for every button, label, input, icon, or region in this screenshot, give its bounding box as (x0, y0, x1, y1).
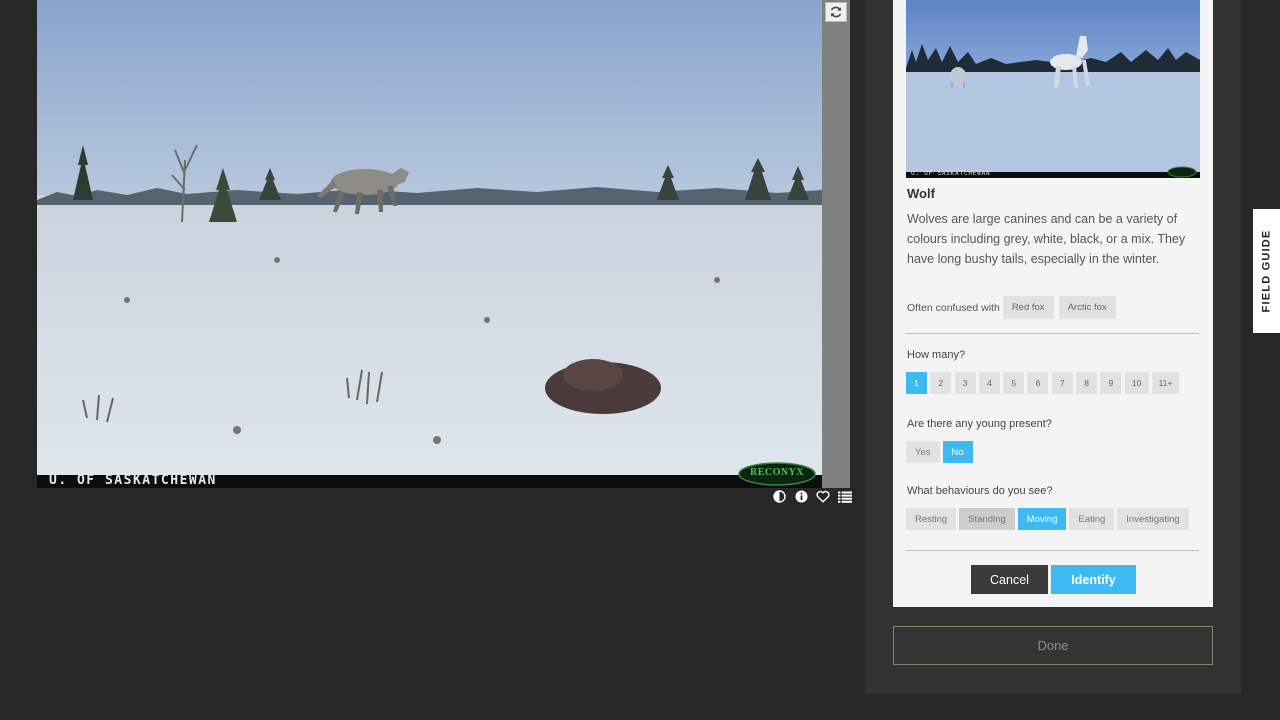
count-option-5[interactable]: 5 (1003, 372, 1025, 394)
behaviour-moving-option[interactable]: Moving (1017, 508, 1067, 530)
metadata-button[interactable] (794, 490, 808, 504)
subject-viewer: U. OF SASKATCHEWAN RECONYX (37, 0, 850, 488)
confused-species-chip[interactable]: Red fox (1002, 296, 1054, 319)
count-option-9[interactable]: 9 (1100, 372, 1122, 394)
info-icon (795, 490, 807, 503)
count-option-8[interactable]: 8 (1076, 372, 1098, 394)
species-description: Wolves are large canines and can be a va… (907, 212, 1186, 266)
behaviour-eating-option[interactable]: Eating (1069, 508, 1115, 530)
species-example-photo: U. OF SASKATCHEWAN (906, 0, 1200, 178)
card-actions: Cancel Identify (971, 565, 1136, 594)
count-option-2[interactable]: 2 (930, 372, 952, 394)
photo-watermark: U. OF SASKATCHEWAN (49, 473, 217, 488)
count-option-3[interactable]: 3 (954, 372, 976, 394)
favorite-button[interactable] (816, 490, 830, 504)
confused-with-label: Often confused with (907, 301, 1000, 314)
confused-species-chip[interactable]: Arctic fox (1058, 296, 1116, 319)
young-present-question: Are there any young present? (907, 418, 1052, 430)
behaviour-investigating-option[interactable]: Investigating (1117, 508, 1189, 530)
young-no-option[interactable]: No (942, 441, 973, 463)
count-option-6[interactable]: 6 (1027, 372, 1049, 394)
behaviours-question: What behaviours do you see? (907, 485, 1053, 497)
task-column: U. OF SASKATCHEWAN Wolf Wolves are large… (865, 0, 1241, 694)
rotate-image-button[interactable] (825, 2, 847, 22)
camera-brand-logo: RECONYX (749, 467, 805, 478)
behaviour-standing-option[interactable]: Standing (959, 508, 1015, 530)
identify-button[interactable]: Identify (1051, 565, 1136, 594)
collections-button[interactable] (838, 490, 852, 504)
how-many-options: 1 2 3 4 5 6 7 8 9 10 11+ (906, 372, 1182, 394)
species-detail-card: U. OF SASKATCHEWAN Wolf Wolves are large… (893, 0, 1213, 607)
subject-photo[interactable]: U. OF SASKATCHEWAN RECONYX (37, 0, 822, 488)
behaviour-resting-option[interactable]: Resting (906, 508, 957, 530)
done-button[interactable]: Done (893, 626, 1213, 665)
viewer-toolbar (772, 488, 852, 505)
field-guide-tab[interactable]: FIELD GUIDE (1253, 209, 1280, 333)
count-option-10[interactable]: 10 (1124, 372, 1149, 394)
behaviour-options: Resting Standing Moving Eating Investiga… (906, 508, 1192, 530)
contrast-icon (772, 490, 786, 503)
species-name: Wolf (907, 186, 935, 201)
divider (906, 333, 1199, 334)
cancel-button[interactable]: Cancel (971, 565, 1048, 594)
collections-icon (838, 491, 852, 503)
how-many-question: How many? (907, 349, 966, 361)
divider (906, 550, 1199, 551)
field-guide-label: FIELD GUIDE (1260, 229, 1273, 313)
invert-contrast-button[interactable] (772, 490, 786, 504)
young-present-options: Yes No (906, 441, 976, 463)
count-option-4[interactable]: 4 (978, 372, 1000, 394)
count-option-7[interactable]: 7 (1051, 372, 1073, 394)
heart-icon (816, 490, 830, 503)
confused-with-row: Often confused with Red fox Arctic fox (907, 296, 1121, 319)
count-option-11-plus[interactable]: 11+ (1151, 372, 1179, 394)
species-photo-watermark: U. OF SASKATCHEWAN (911, 170, 991, 177)
young-yes-option[interactable]: Yes (906, 441, 940, 463)
count-option-1[interactable]: 1 (906, 372, 927, 394)
rotate-icon (830, 6, 842, 18)
